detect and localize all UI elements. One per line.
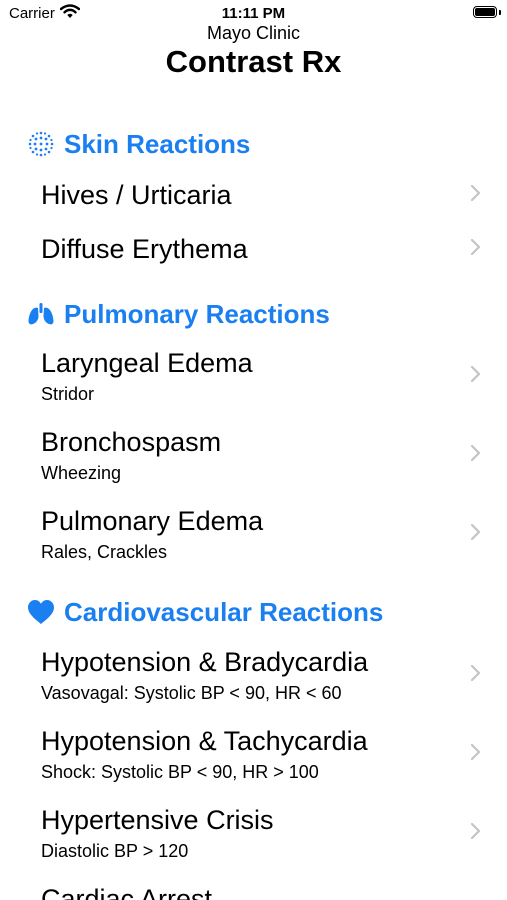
list-item-diffuse-erythema[interactable]: Diffuse Erythema bbox=[0, 229, 507, 277]
list-item-laryngeal-edema[interactable]: Laryngeal Edema Stridor bbox=[0, 343, 507, 415]
chevron-right-icon bbox=[470, 238, 481, 256]
battery-tip bbox=[499, 10, 501, 15]
dots-pattern-icon bbox=[26, 129, 56, 159]
status-time: 11:11 PM bbox=[221, 5, 286, 22]
list-item-subtitle: Vasovagal: Systolic BP < 90, HR < 60 bbox=[41, 683, 342, 703]
section-header-cardiovascular-reactions: Cardiovascular Reactions bbox=[26, 595, 383, 629]
list-item-hypertensive-crisis[interactable]: Hypertensive Crisis Diastolic BP > 120 bbox=[0, 800, 507, 872]
list-item-title: Hypotension & Bradycardia bbox=[41, 647, 369, 677]
lungs-icon bbox=[26, 299, 56, 329]
list-item-title: Pulmonary Edema bbox=[41, 506, 264, 536]
list-item-cardiac-arrest[interactable]: Cardiac Arrest bbox=[0, 879, 507, 900]
chevron-right-icon bbox=[470, 184, 481, 202]
list-item-subtitle: Diastolic BP > 120 bbox=[41, 841, 189, 861]
section-title: Skin Reactions bbox=[64, 128, 251, 159]
chevron-right-icon bbox=[470, 365, 481, 383]
chevron-right-icon bbox=[470, 822, 481, 840]
list-item-subtitle: Stridor bbox=[41, 384, 95, 404]
list-item-title: Hypertensive Crisis bbox=[41, 805, 274, 835]
list-item-title: Hives / Urticaria bbox=[41, 180, 232, 210]
list-item-title: Bronchospasm bbox=[41, 427, 222, 457]
battery-icon bbox=[473, 6, 497, 18]
chevron-right-icon bbox=[470, 523, 481, 541]
section-title: Cardiovascular Reactions bbox=[64, 596, 384, 627]
list-item-title: Laryngeal Edema bbox=[41, 348, 253, 378]
list-item-subtitle: Shock: Systolic BP < 90, HR > 100 bbox=[41, 762, 319, 782]
list-item-hives-urticaria[interactable]: Hives / Urticaria bbox=[0, 175, 507, 223]
list-item-hypotension-tachycardia[interactable]: Hypotension & Tachycardia Shock: Systoli… bbox=[0, 721, 507, 793]
heart-icon bbox=[26, 597, 56, 627]
list-item-hypotension-bradycardia[interactable]: Hypotension & Bradycardia Vasovagal: Sys… bbox=[0, 642, 507, 714]
list-item-title: Diffuse Erythema bbox=[41, 234, 248, 264]
chevron-right-icon bbox=[470, 444, 481, 462]
list-item-title: Cardiac Arrest bbox=[41, 884, 213, 900]
list-item-subtitle: Rales, Crackles bbox=[41, 542, 168, 562]
list-item-title: Hypotension & Tachycardia bbox=[41, 726, 368, 756]
header-subtitle: Mayo Clinic bbox=[206, 23, 301, 43]
chevron-right-icon bbox=[470, 743, 481, 761]
section-header-skin-reactions: Skin Reactions bbox=[26, 127, 250, 161]
section-title: Pulmonary Reactions bbox=[64, 298, 330, 329]
list-item-pulmonary-edema[interactable]: Pulmonary Edema Rales, Crackles bbox=[0, 501, 507, 573]
chevron-right-icon bbox=[470, 664, 481, 682]
list-item-bronchospasm[interactable]: Bronchospasm Wheezing bbox=[0, 422, 507, 494]
list-item-subtitle: Wheezing bbox=[41, 463, 122, 483]
page-title: Contrast Rx bbox=[165, 44, 342, 79]
section-header-pulmonary-reactions: Pulmonary Reactions bbox=[26, 297, 330, 331]
